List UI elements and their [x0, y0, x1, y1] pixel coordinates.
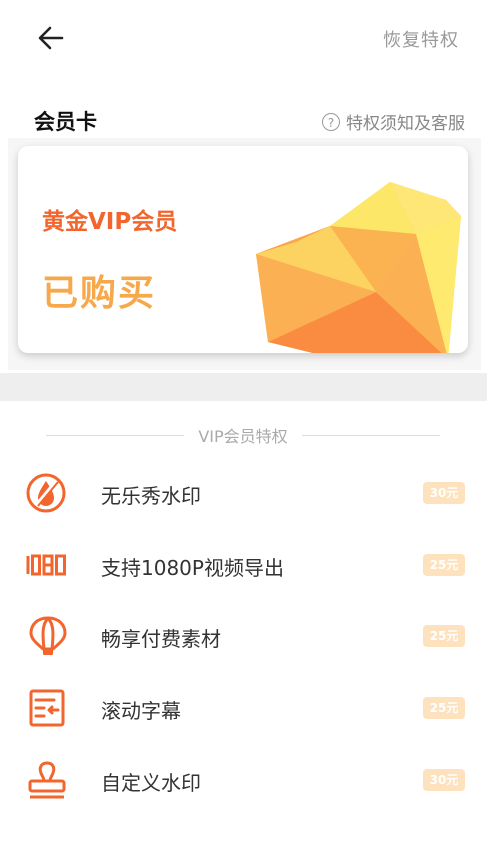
no-watermark-drop-icon	[26, 473, 66, 513]
benefit-row-paid-materials[interactable]: 畅享付费素材 25元	[0, 606, 487, 666]
diamond-icon	[256, 182, 461, 353]
privileges-header: VIP会员特权	[46, 424, 441, 446]
divider-line	[46, 434, 185, 436]
membership-level: 黄金VIP会员	[42, 209, 178, 235]
benefit-label: 支持1080P视频导出	[101, 556, 284, 580]
benefit-row-no-watermark[interactable]: 无乐秀水印 30元	[0, 463, 487, 523]
privileges-title: VIP会员特权	[198, 427, 288, 446]
restore-privileges-button[interactable]: 恢复特权	[383, 26, 459, 52]
benefit-label: 自定义水印	[101, 771, 201, 795]
section-divider	[0, 373, 487, 401]
price-badge: 25元	[423, 697, 465, 719]
back-arrow-icon[interactable]	[34, 22, 68, 54]
benefit-label: 无乐秀水印	[101, 484, 201, 508]
benefit-label: 畅享付费素材	[101, 627, 221, 651]
scrolling-caption-icon	[29, 689, 65, 727]
1080-text-icon	[26, 554, 66, 576]
top-bar: 恢复特权	[0, 0, 487, 78]
divider-line	[301, 434, 441, 436]
price-badge: 25元	[423, 554, 465, 576]
privilege-help-label: 特权须知及客服	[346, 114, 465, 134]
question-circle-icon: ?	[322, 112, 340, 131]
privilege-help-link[interactable]: ? 特权须知及客服	[322, 109, 465, 134]
benefit-label: 滚动字幕	[101, 699, 181, 723]
price-badge: 25元	[423, 625, 465, 647]
membership-card-title: 会员卡	[34, 110, 97, 134]
price-badge: 30元	[423, 769, 465, 791]
balloon-icon	[29, 616, 67, 655]
benefit-row-scrolling-captions[interactable]: 滚动字幕 25元	[0, 678, 487, 738]
membership-status: 已购买	[42, 273, 157, 314]
price-badge: 30元	[423, 482, 465, 504]
benefit-row-custom-watermark[interactable]: 自定义水印 30元	[0, 750, 487, 810]
membership-card[interactable]: 黄金VIP会员 已购买	[18, 146, 468, 353]
stamp-icon	[28, 761, 66, 799]
benefit-row-1080p[interactable]: 支持1080P视频导出 25元	[0, 535, 487, 595]
